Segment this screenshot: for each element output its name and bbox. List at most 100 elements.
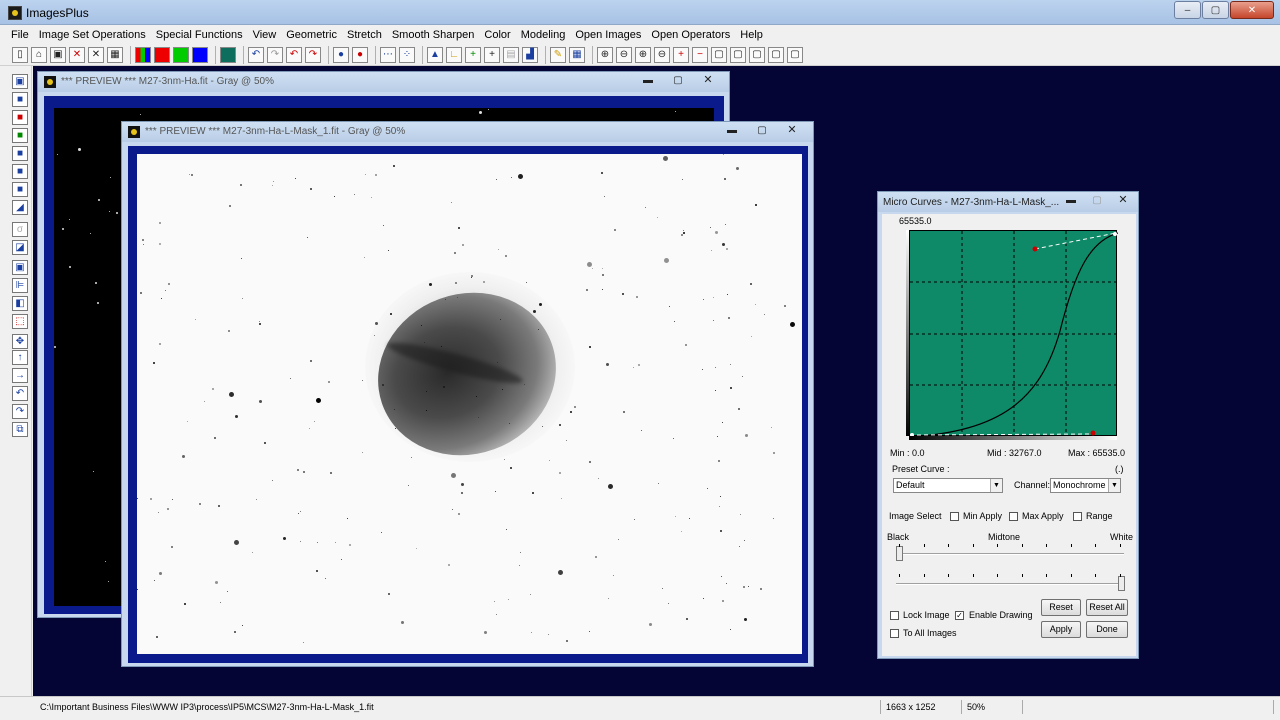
star-pattern-icon[interactable]: ⁘: [399, 46, 415, 63]
histogram-peak-icon[interactable]: ▲: [427, 46, 443, 63]
redo-icon[interactable]: ↷: [267, 46, 283, 63]
sigma-icon[interactable]: σ: [12, 222, 28, 237]
point-select-icon[interactable]: ●: [333, 46, 349, 63]
curve-point[interactable]: [1032, 246, 1038, 252]
close-button[interactable]: ✕: [1112, 193, 1134, 209]
arrow-right-icon[interactable]: →: [12, 368, 28, 383]
axis-icon[interactable]: ∟: [446, 46, 462, 63]
zoom-minus-red-icon[interactable]: −: [692, 46, 708, 63]
to-all-images-checkbox[interactable]: [890, 629, 899, 638]
chart-icon[interactable]: ▟: [522, 46, 538, 63]
open-folder-icon[interactable]: ⌂: [31, 46, 47, 63]
window-5-icon[interactable]: ▢: [787, 46, 803, 63]
slider-thumb-2[interactable]: [1118, 576, 1125, 591]
calculator-icon[interactable]: ▦: [107, 46, 123, 63]
preset-curve-select[interactable]: Default ▼: [893, 478, 1003, 493]
menu-open-images[interactable]: Open Images: [570, 29, 646, 41]
close-button[interactable]: ✕: [779, 123, 805, 139]
teal-black-icon[interactable]: ■: [12, 182, 28, 197]
rgb-channels-icon[interactable]: [135, 46, 151, 63]
menu-open-operators[interactable]: Open Operators: [646, 29, 735, 41]
redo-all-icon[interactable]: ↷: [305, 46, 321, 63]
red-channel-icon[interactable]: [154, 46, 170, 63]
channel-select[interactable]: Monochrome ▼: [1050, 478, 1121, 493]
menu-image-set-operations[interactable]: Image Set Operations: [34, 29, 151, 41]
copy-icon[interactable]: ⧉: [12, 422, 28, 437]
slider-track-1[interactable]: [896, 553, 1124, 555]
green-black-icon[interactable]: ■: [12, 128, 28, 143]
lock-image-checkbox[interactable]: [890, 611, 899, 620]
window-1-icon[interactable]: ▢: [711, 46, 727, 63]
undo-all-icon[interactable]: ↶: [286, 46, 302, 63]
blue-black-2-icon[interactable]: ■: [12, 164, 28, 179]
grid-icon[interactable]: ▤: [503, 46, 519, 63]
arrow-up-icon[interactable]: ↑: [12, 350, 28, 365]
dots-icon[interactable]: ⋯: [380, 46, 396, 63]
menu-help[interactable]: Help: [735, 29, 768, 41]
menu-modeling[interactable]: Modeling: [516, 29, 571, 41]
green-channel-icon[interactable]: [173, 46, 189, 63]
zoom-icon[interactable]: ⊕: [597, 46, 613, 63]
bw-split-icon[interactable]: ◧: [12, 296, 28, 311]
red-black-icon[interactable]: ■: [12, 110, 28, 125]
pencil-icon[interactable]: ✎: [550, 46, 566, 63]
maximize-button[interactable]: ▢: [1202, 1, 1229, 19]
menu-geometric[interactable]: Geometric: [281, 29, 342, 41]
done-button[interactable]: Done: [1086, 621, 1128, 638]
chevron-down-icon[interactable]: ▼: [1108, 479, 1120, 492]
blue-black-icon[interactable]: ■: [12, 146, 28, 161]
zoom-out-icon[interactable]: ⊖: [616, 46, 632, 63]
paren-label[interactable]: (.): [1115, 464, 1124, 474]
micro-curves-dialog[interactable]: Micro Curves - M27-3nm-Ha-L-Mask_... ▬ ▢…: [877, 191, 1139, 659]
zoom-fit-icon[interactable]: ⊖: [654, 46, 670, 63]
table-icon[interactable]: ▦: [569, 46, 585, 63]
preview-window-titlebar[interactable]: *** PREVIEW *** M27-3nm-Ha-L-Mask_1.fit …: [122, 122, 813, 142]
reset-button[interactable]: Reset: [1041, 599, 1081, 616]
rotate-left-icon[interactable]: ↶: [12, 386, 28, 401]
menu-color[interactable]: Color: [479, 29, 515, 41]
point-select-red-icon[interactable]: ●: [352, 46, 368, 63]
gradient-icon[interactable]: ◪: [12, 240, 28, 255]
menu-smooth-sharpen[interactable]: Smooth Sharpen: [387, 29, 480, 41]
menu-file[interactable]: File: [6, 29, 34, 41]
apply-button[interactable]: Apply: [1041, 621, 1081, 638]
curve-point[interactable]: [1113, 232, 1117, 236]
corner-icon[interactable]: ◢: [12, 200, 28, 215]
rotate-right-icon[interactable]: ↷: [12, 404, 28, 419]
minimize-button[interactable]: ‒: [1174, 1, 1201, 19]
mask-nebula-image[interactable]: [137, 154, 802, 654]
slider-thumb-1[interactable]: [896, 546, 903, 561]
black-point-icon[interactable]: ■: [12, 92, 28, 107]
min-apply-checkbox[interactable]: [950, 512, 959, 521]
menu-stretch[interactable]: Stretch: [342, 29, 387, 41]
chevron-down-icon[interactable]: ▼: [990, 479, 1002, 492]
crosshair-icon[interactable]: +: [465, 46, 481, 63]
menu-view[interactable]: View: [248, 29, 282, 41]
close-image-icon[interactable]: ✕: [69, 46, 85, 63]
close-all-icon[interactable]: ✕: [88, 46, 104, 63]
close-button[interactable]: ✕: [1230, 1, 1274, 19]
minimize-button[interactable]: ▬: [1060, 193, 1082, 209]
blue-channel-icon[interactable]: [192, 46, 208, 63]
slider-track-2[interactable]: [896, 583, 1124, 585]
reset-all-button[interactable]: Reset All: [1086, 599, 1128, 616]
square-dot-icon[interactable]: ▣: [12, 260, 28, 275]
zoom-in-icon[interactable]: ⊕: [635, 46, 651, 63]
histogram-icon[interactable]: [220, 46, 236, 63]
save-icon[interactable]: ▣: [12, 74, 28, 89]
curve-point[interactable]: [1090, 430, 1096, 436]
window-3-icon[interactable]: ▢: [749, 46, 765, 63]
enable-drawing-checkbox[interactable]: ✓: [955, 611, 964, 620]
curve-graph[interactable]: [909, 230, 1119, 438]
range-checkbox[interactable]: [1073, 512, 1082, 521]
window-2-icon[interactable]: ▢: [730, 46, 746, 63]
save-icon[interactable]: ▣: [50, 46, 66, 63]
menu-special-functions[interactable]: Special Functions: [151, 29, 248, 41]
new-file-icon[interactable]: ▯: [12, 46, 28, 63]
preview-window-titlebar[interactable]: *** PREVIEW *** M27-3nm-Ha.fit - Gray @ …: [38, 72, 729, 92]
select-tool-icon[interactable]: ⬚: [12, 314, 28, 329]
minimize-button[interactable]: ▬: [719, 123, 745, 139]
move-icon[interactable]: ✥: [12, 334, 28, 349]
undo-icon[interactable]: ↶: [248, 46, 264, 63]
micro-curves-titlebar[interactable]: Micro Curves - M27-3nm-Ha-L-Mask_... ▬ ▢…: [878, 192, 1138, 212]
